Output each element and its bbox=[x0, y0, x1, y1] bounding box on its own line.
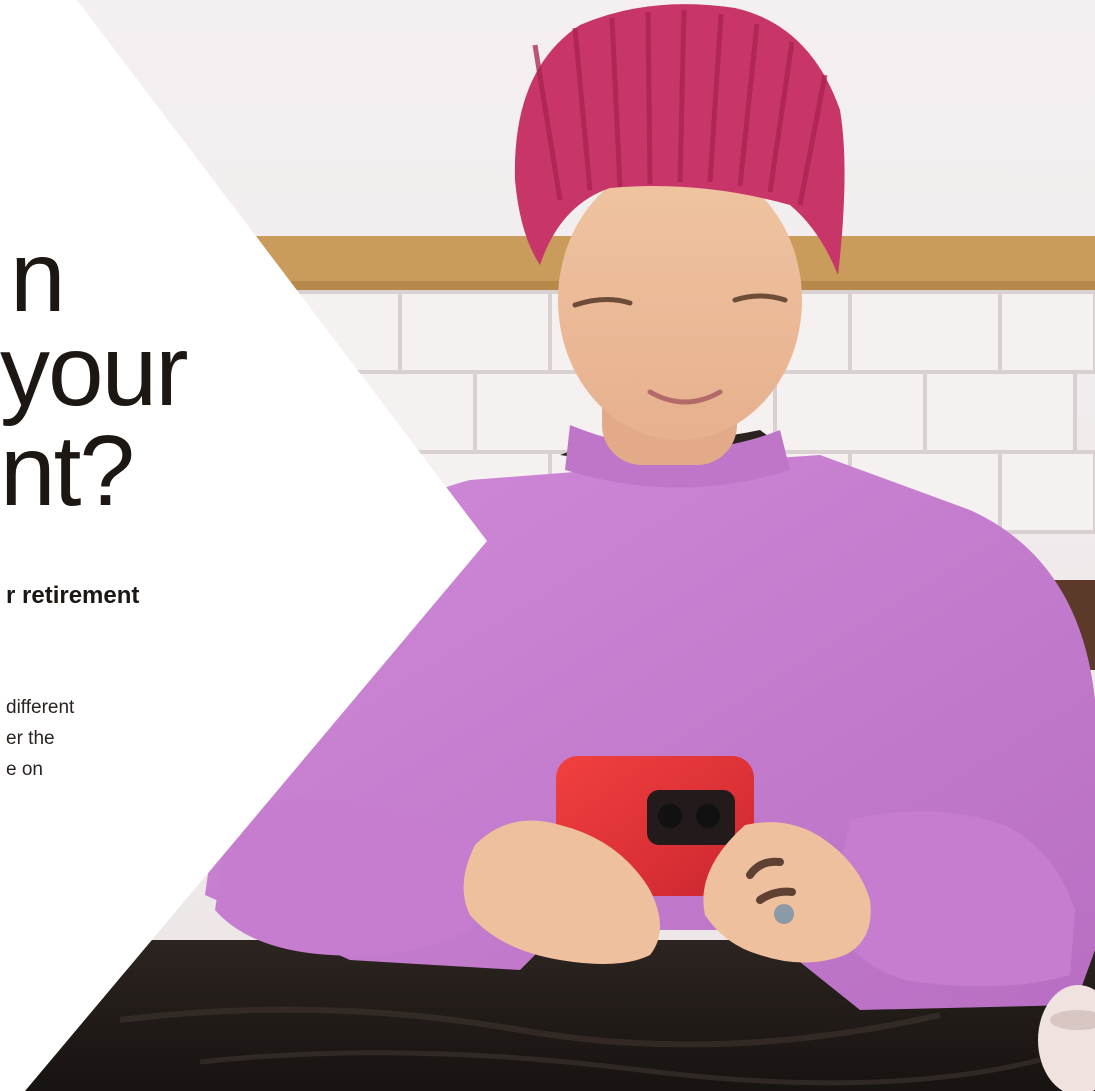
body-line-3: e on bbox=[6, 759, 43, 780]
heading-line-1: n bbox=[10, 221, 66, 333]
heading-line-2: your bbox=[0, 315, 189, 427]
hero-subheading: r retirement bbox=[6, 582, 140, 609]
hero-body-copy: different er the e on bbox=[6, 692, 74, 785]
body-line-1: different bbox=[6, 697, 75, 718]
hero-heading: n your nt? bbox=[0, 0, 470, 527]
hero-section: n your nt? r retirement different er the… bbox=[0, 0, 1095, 1091]
body-line-2: er the bbox=[6, 728, 55, 749]
heading-line-3: nt? bbox=[0, 415, 135, 527]
